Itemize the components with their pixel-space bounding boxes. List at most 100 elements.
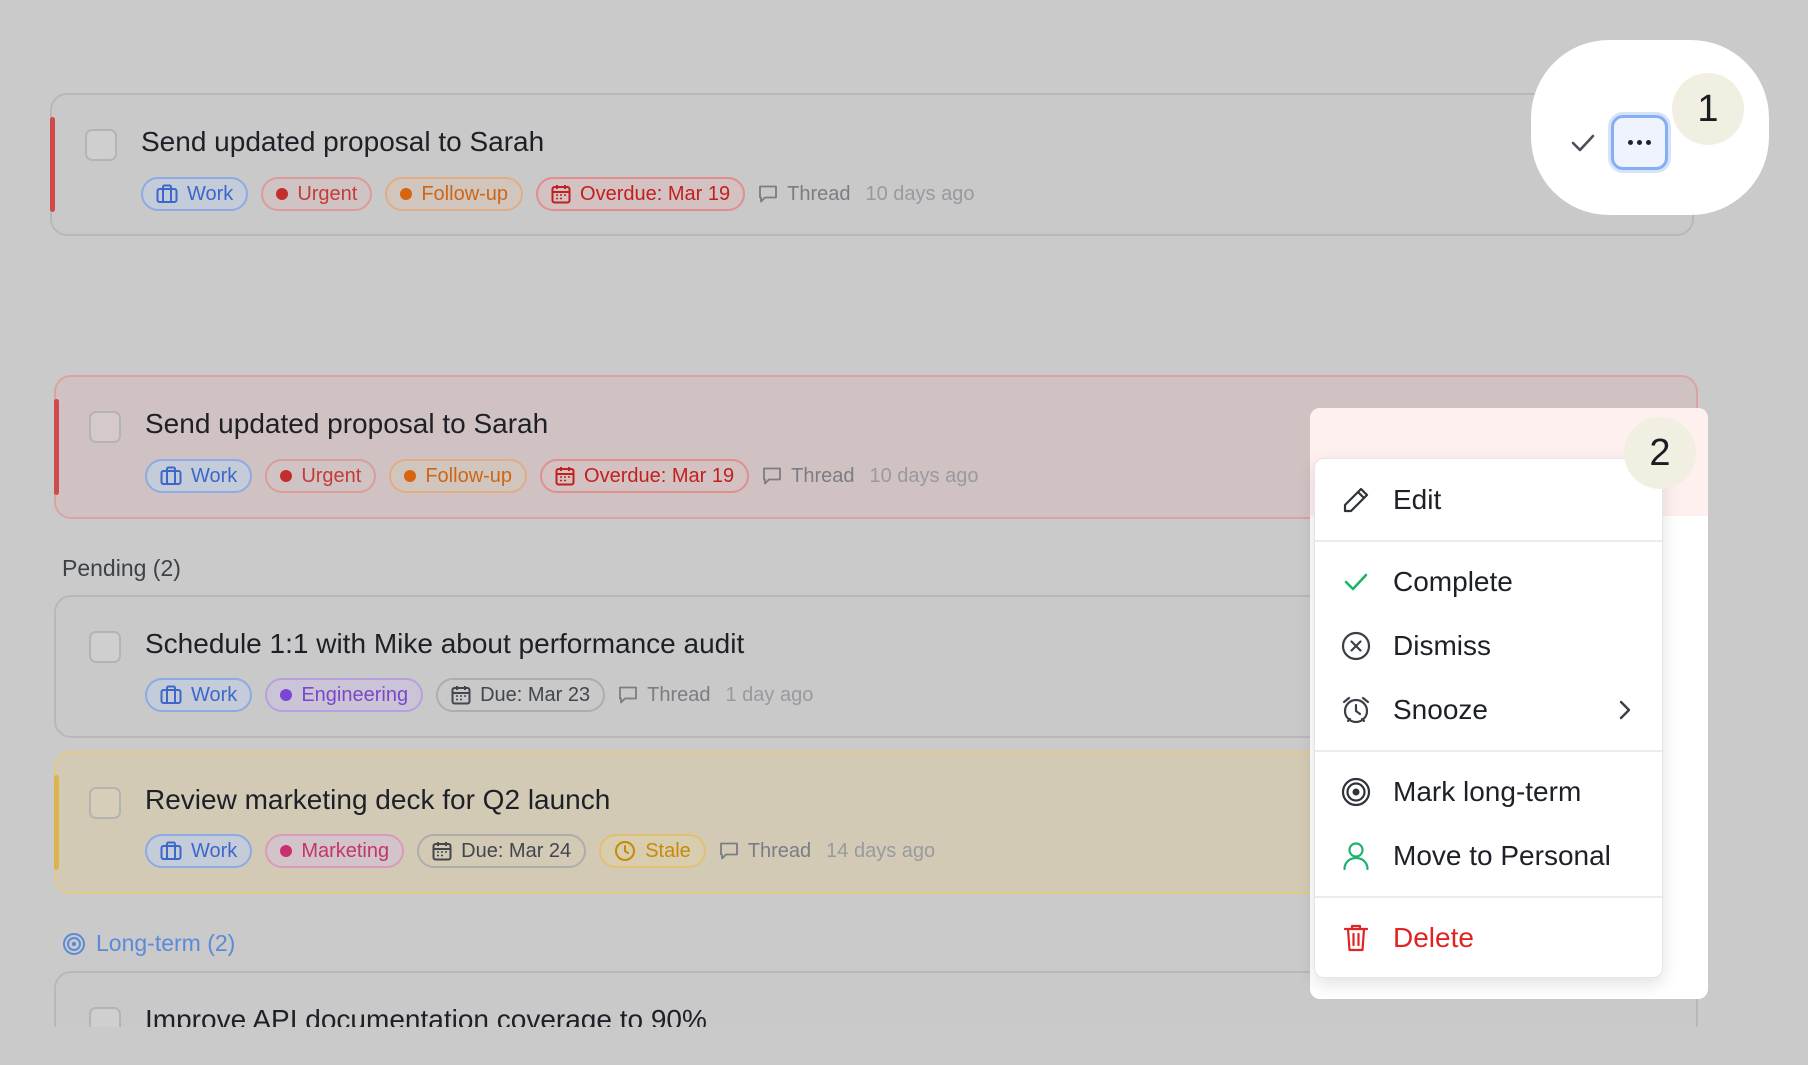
tag-work[interactable]: Work xyxy=(145,834,253,868)
dot-icon xyxy=(404,470,417,482)
menu-divider xyxy=(1315,896,1662,898)
menu-item-dismiss[interactable]: Dismiss xyxy=(1315,617,1662,675)
dot-icon xyxy=(280,470,293,482)
menu-item-complete[interactable]: Complete xyxy=(1315,553,1662,611)
tag-label: Urgent xyxy=(297,182,358,205)
tag-stale[interactable]: Stale xyxy=(599,834,706,868)
task-title: Send updated proposal to Sarah xyxy=(145,408,549,439)
tag-label: Due: Mar 23 xyxy=(480,683,591,706)
thread-label: Thread xyxy=(791,464,855,487)
tag-due[interactable]: Due: Mar 23 xyxy=(436,678,606,712)
tag-overdue[interactable]: Overdue: Mar 19 xyxy=(536,177,746,211)
section-header-longterm[interactable]: Long-term (2) xyxy=(62,930,235,957)
clock-icon xyxy=(615,841,636,861)
thread-link[interactable]: Thread xyxy=(618,683,711,707)
tag-label: Work xyxy=(191,464,238,487)
tag-label: Engineering xyxy=(301,683,409,706)
tag-work[interactable]: Work xyxy=(141,177,249,211)
target-icon xyxy=(63,932,85,955)
menu-item-snooze[interactable]: Snooze xyxy=(1315,681,1662,739)
thread-link[interactable]: Thread xyxy=(758,183,851,206)
menu-divider xyxy=(1315,540,1662,542)
calendar-icon xyxy=(451,686,471,705)
tag-urgent[interactable]: Urgent xyxy=(265,459,377,493)
pencil-icon xyxy=(1339,483,1373,517)
task-tags: Work Urgent Follow-up Overdue: Mar 19 Th… xyxy=(141,177,974,211)
menu-divider xyxy=(1315,750,1662,752)
tag-overdue[interactable]: Overdue: Mar 19 xyxy=(540,459,750,493)
callout-badge-2: 2 xyxy=(1624,417,1696,489)
bottom-fade xyxy=(0,1027,1808,1065)
comment-icon xyxy=(759,185,778,203)
briefcase-icon xyxy=(160,466,182,485)
task-card-top[interactable]: Send updated proposal to Sarah Work Urge… xyxy=(50,93,1694,236)
tag-label: Stale xyxy=(645,839,691,862)
target-icon xyxy=(1339,775,1373,809)
user-icon xyxy=(1339,839,1373,873)
more-icon[interactable] xyxy=(1611,115,1668,170)
dot-icon xyxy=(280,689,293,701)
tag-engineering[interactable]: Engineering xyxy=(265,678,424,712)
task-age: 14 days ago xyxy=(826,839,936,862)
task-tags: Work Engineering Due: Mar 23 Thread 1 da… xyxy=(145,678,813,712)
menu-item-delete[interactable]: Delete xyxy=(1315,909,1662,967)
tag-work[interactable]: Work xyxy=(145,459,253,493)
calendar-icon xyxy=(432,842,452,861)
tag-label: Work xyxy=(191,839,238,862)
task-age: 10 days ago xyxy=(865,182,975,205)
menu-item-move-personal[interactable]: Move to Personal xyxy=(1315,827,1662,885)
tag-label: Overdue: Mar 19 xyxy=(580,182,731,205)
x-circle-icon xyxy=(1339,629,1373,663)
thread-link[interactable]: Thread xyxy=(719,840,811,863)
menu-item-label: Snooze xyxy=(1393,694,1488,725)
dot-icon xyxy=(280,845,293,857)
tag-urgent[interactable]: Urgent xyxy=(261,177,373,211)
dot-icon xyxy=(276,188,289,200)
task-checkbox[interactable] xyxy=(89,411,121,443)
menu-item-label: Edit xyxy=(1393,484,1442,515)
trash-icon xyxy=(1339,921,1373,955)
comment-icon xyxy=(763,467,782,485)
task-checkbox[interactable] xyxy=(89,631,121,663)
tag-due[interactable]: Due: Mar 24 xyxy=(417,834,587,868)
tag-label: Work xyxy=(191,683,238,706)
thread-label: Thread xyxy=(647,683,711,706)
tag-marketing[interactable]: Marketing xyxy=(265,834,405,868)
task-checkbox[interactable] xyxy=(89,787,121,819)
tag-label: Follow-up xyxy=(425,464,513,487)
dot-icon xyxy=(400,188,413,200)
tag-followup[interactable]: Follow-up xyxy=(389,459,528,493)
priority-bar xyxy=(50,117,55,212)
briefcase-icon xyxy=(156,184,178,203)
task-title: Send updated proposal to Sarah xyxy=(141,126,545,157)
check-icon[interactable] xyxy=(1568,128,1598,158)
task-checkbox[interactable] xyxy=(85,129,117,161)
calendar-icon xyxy=(551,185,571,204)
menu-item-label: Move to Personal xyxy=(1393,840,1611,871)
thread-link[interactable]: Thread xyxy=(762,464,855,488)
briefcase-icon xyxy=(160,841,182,860)
task-age: 1 day ago xyxy=(725,683,814,706)
section-header-pending[interactable]: Pending (2) xyxy=(62,555,181,582)
tag-label: Due: Mar 24 xyxy=(461,839,572,862)
menu-item-label: Delete xyxy=(1393,922,1474,953)
tag-label: Follow-up xyxy=(421,182,509,205)
chevron-right-icon xyxy=(1619,700,1631,720)
check-icon xyxy=(1339,565,1373,599)
task-title: Schedule 1:1 with Mike about performance… xyxy=(145,628,745,659)
task-tags: Work Urgent Follow-up Overdue: Mar 19 Th… xyxy=(145,459,978,493)
tag-label: Marketing xyxy=(301,839,390,862)
comment-icon xyxy=(719,842,738,860)
tag-label: Work xyxy=(187,182,234,205)
menu-item-edit[interactable]: Edit xyxy=(1315,471,1662,529)
menu-item-long-term[interactable]: Mark long-term xyxy=(1315,763,1662,821)
thread-label: Thread xyxy=(747,839,812,862)
tag-work[interactable]: Work xyxy=(145,678,253,712)
alarm-icon xyxy=(1339,693,1373,727)
priority-bar xyxy=(54,399,59,495)
section-label: Long-term (2) xyxy=(96,930,236,956)
menu-item-label: Mark long-term xyxy=(1393,776,1582,807)
stale-bar xyxy=(54,775,59,870)
tag-followup[interactable]: Follow-up xyxy=(385,177,524,211)
callout-badge-1: 1 xyxy=(1672,73,1744,145)
